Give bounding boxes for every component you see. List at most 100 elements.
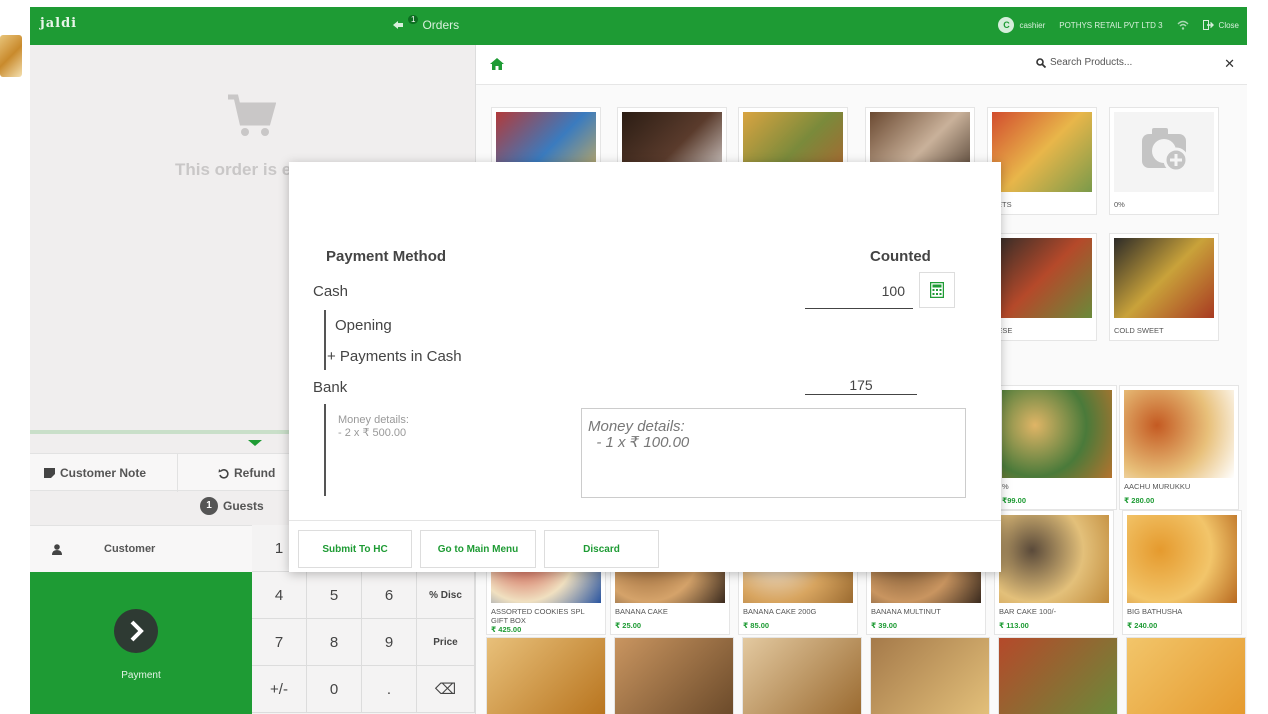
product-name: BIG BATHUSHA [1127,607,1183,616]
product-image [1127,515,1237,603]
go-to-main-menu-button[interactable]: Go to Main Menu [420,530,536,568]
search-box[interactable]: Search Products... [1036,57,1132,68]
numpad-key-0[interactable]: 0 [307,666,362,713]
search-input[interactable]: Search Products... [1050,57,1132,68]
wifi-icon [1177,20,1189,30]
product-tile[interactable]: % ₹99.00 [997,385,1117,510]
numpad-key-backspace[interactable]: ⌫ [417,666,475,713]
payment-button[interactable]: Payment [30,572,252,714]
orders-button[interactable]: 1 Orders [392,14,459,32]
numpad-key-dot[interactable]: . [362,666,417,713]
category-image [992,112,1092,192]
close-session-button[interactable]: Close [1202,20,1239,30]
customer-note-button[interactable]: Customer Note [30,454,178,492]
product-header: Search Products... ✕ [476,45,1247,85]
submit-to-hc-button[interactable]: Submit To HC [298,530,412,568]
product-price: ₹ 85.00 [743,621,770,630]
money-details-notes[interactable]: Money details: - 1 x ₹ 100.00 [581,408,966,498]
product-price: ₹ 39.00 [871,621,898,630]
collapse-arrow-icon[interactable] [248,440,262,446]
sign-out-icon [1202,20,1214,30]
calculator-button[interactable] [919,272,955,308]
refund-button[interactable]: Refund [178,454,298,492]
product-price: ₹ 280.00 [1124,496,1155,505]
undo-icon [218,468,229,479]
product-price: ₹ 425.00 [491,625,522,634]
numpad-key-8[interactable]: 8 [307,619,362,666]
pos-app: jaldi 1 Orders C cashier POTHYS RETAIL P… [30,7,1247,714]
product-price: ₹ 113.00 [999,621,1029,630]
category-tile[interactable]: NESE [987,233,1097,341]
dialog-footer: Submit To HC Go to Main Menu Discard [289,520,1001,572]
product-tile[interactable] [1126,637,1246,714]
guests-button[interactable]: 1 Guests [200,497,264,515]
category-name: COLD SWEET [1114,326,1164,335]
guests-count: 1 [200,497,218,515]
product-tile[interactable] [870,637,990,714]
numpad-key-discount[interactable]: % Disc [417,572,475,619]
payment-arrow-icon [114,609,158,653]
product-price: ₹ 240.00 [1127,621,1158,630]
numpad-key-9[interactable]: 9 [362,619,417,666]
product-image [999,515,1109,603]
category-name: 0% [1114,200,1125,209]
product-tile[interactable] [742,637,862,714]
company-name: POTHYS RETAIL PVT LTD 3 [1059,20,1163,30]
empty-cart-icon [228,94,276,136]
product-price: ₹ 25.00 [615,621,642,630]
payments-in-cash-label: + Payments in Cash [327,348,462,365]
cash-control-dialog: Payment Method Counted Cash 100 Opening … [289,162,1001,572]
product-tile[interactable]: BAR CAKE 100/- ₹ 113.00 [994,510,1114,635]
product-name: ASSORTED COOKIES SPL GIFT BOX [491,607,585,625]
product-tile[interactable]: AACHU MURUKKU ₹ 280.00 [1119,385,1239,510]
home-icon[interactable] [490,58,504,70]
numpad-key-7[interactable]: 7 [252,619,307,666]
product-price: ₹99.00 [1002,496,1026,505]
numpad-key-4[interactable]: 4 [252,572,307,619]
product-image [1002,390,1112,478]
category-tile[interactable]: EETS [987,107,1097,215]
orders-count-badge: 1 [408,14,419,24]
top-right-area: C cashier POTHYS RETAIL PVT LTD 3 Close [998,17,1239,33]
product-name: BANANA CAKE 200G [743,607,817,616]
user-icon [52,543,62,555]
customer-label: Customer [104,543,156,555]
product-tile[interactable]: BIG BATHUSHA ₹ 240.00 [1122,510,1242,635]
orders-icon [393,21,403,29]
cash-counted-underline [805,308,913,309]
customer-note-label: Customer Note [60,466,147,480]
cash-details-bar [324,310,326,370]
category-image [1114,112,1214,192]
sidebar-thumbnail [0,35,22,77]
calculator-icon [930,282,944,298]
product-tile[interactable] [486,637,606,714]
product-name: BANANA MULTINUT [871,607,941,616]
product-tile[interactable] [998,637,1118,714]
top-bar: jaldi 1 Orders C cashier POTHYS RETAIL P… [30,7,1247,45]
close-label: Close [1218,20,1239,30]
category-tile[interactable]: 0% [1109,107,1219,215]
discard-button[interactable]: Discard [544,530,659,568]
bank-counted-value[interactable]: 175 [805,377,917,393]
money-details-line: - 2 x ₹ 500.00 [338,427,407,439]
opening-label: Opening [335,317,392,334]
product-image [1124,390,1234,478]
payment-method-header: Payment Method [326,248,447,265]
product-name: AACHU MURUKKU [1124,482,1191,491]
numpad-key-price[interactable]: Price [417,619,475,666]
cash-counted-input[interactable]: 100 [805,283,905,299]
bank-counted-underline [805,394,917,395]
cashier-menu[interactable]: C cashier [998,17,1045,33]
search-icon [1036,57,1046,68]
customer-button[interactable]: Customer [30,525,252,572]
numpad-key-6[interactable]: 6 [362,572,417,619]
numpad-key-plus-minus[interactable]: +/- [252,666,307,713]
product-name: BANANA CAKE [615,607,668,616]
clear-search-icon[interactable]: ✕ [1224,56,1235,72]
numpad-key-5[interactable]: 5 [307,572,362,619]
category-tile[interactable]: COLD SWEET [1109,233,1219,341]
payment-label: Payment [121,670,161,681]
cash-label: Cash [313,283,349,300]
product-tile[interactable] [614,637,734,714]
money-details-title: Money details: [338,414,409,426]
